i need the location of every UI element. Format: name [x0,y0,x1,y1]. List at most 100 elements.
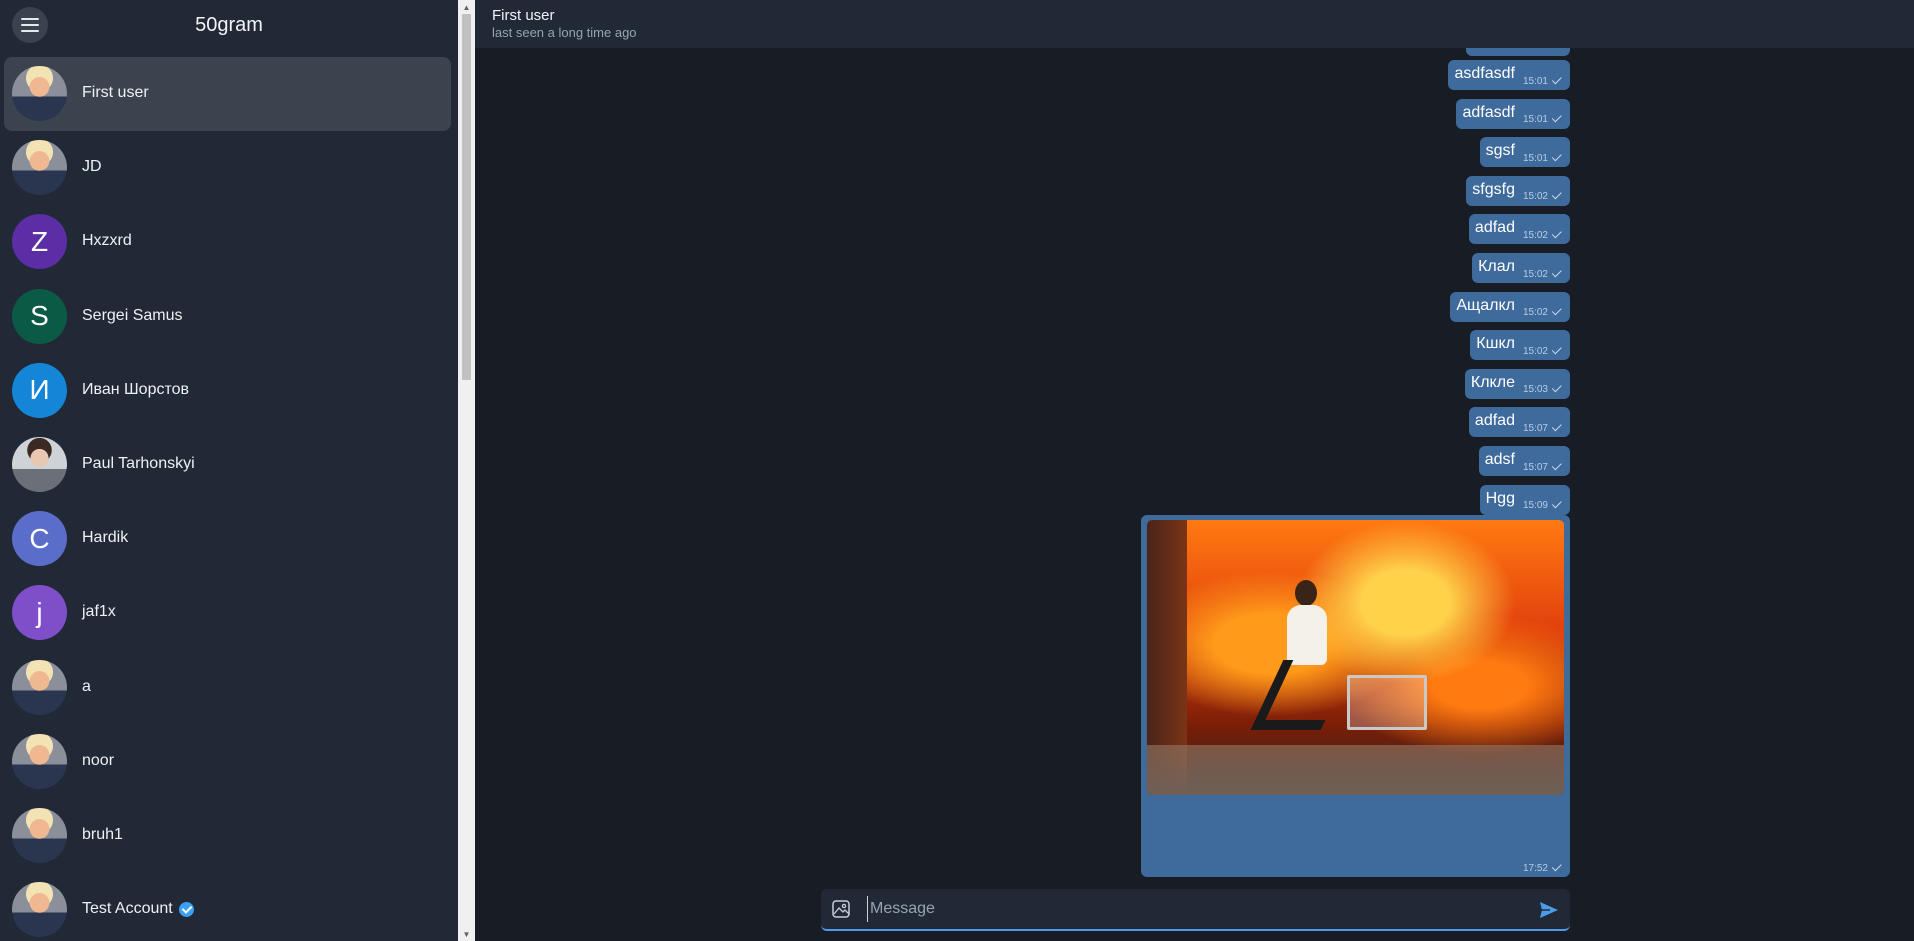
scroll-thumb[interactable] [462,14,471,380]
photo-cart [1347,675,1427,730]
chat-list-item[interactable]: Test Account [4,873,451,941]
chat-name-text: a [82,677,91,695]
message-meta: 15:02 [1523,189,1562,202]
image-message-time: 17:52 [1523,861,1562,874]
chat-list-item[interactable]: JD [4,131,451,205]
read-check-icon [1551,266,1562,277]
message-text: adfasdf [1462,103,1515,121]
chat-name: Paul Tarhonskyi [82,455,195,473]
message-bubble-partial[interactable] [1466,48,1570,56]
read-check-icon [1551,459,1562,470]
message-text: Кшкл [1476,335,1515,353]
message-time: 15:09 [1522,500,1548,512]
chat-list-item[interactable]: И Иван Шорстов [4,354,451,428]
chat-name: noor [82,752,114,770]
chat-name: Hxzxrd [82,232,132,250]
chat-name: First user [82,84,149,102]
message-text: adfad [1474,412,1515,430]
chat-list-item[interactable]: Z Hxzxrd [4,205,451,279]
avatar [12,437,67,492]
message-meta: 15:07 [1523,421,1562,434]
avatar [12,66,67,121]
chat-name-text: JD [82,158,102,176]
chat-list-item[interactable]: First user [4,57,451,131]
chat-name: a [82,678,91,696]
chat-name: Иван Шорстов [82,381,189,399]
avatar: j [12,585,67,641]
message-bubble[interactable]: adfasdf 15:01 [1456,98,1570,129]
message-text: asdfasdf [1454,65,1515,82]
avatar [12,733,67,789]
scroll-down-arrow-icon[interactable]: ▼ [458,927,475,941]
message-bubble[interactable]: Клкле 15:03 [1464,368,1570,399]
read-check-icon [1551,305,1562,316]
avatar [12,882,67,938]
message-bubble[interactable]: Hgg 15:09 [1479,484,1570,515]
message-text: adsf [1484,451,1515,468]
chat-list-item[interactable]: j jaf1x [4,576,451,650]
chat-name-text: Paul Tarhonskyi [82,455,195,472]
message-meta: 15:02 [1522,344,1562,357]
avatar: C [12,511,67,567]
chat-header[interactable]: First user last seen a long time ago [475,0,1914,48]
message-time: 15:02 [1522,229,1548,241]
photo-person-head [1295,580,1317,606]
message-meta: 15:02 [1522,228,1562,241]
message-bubble[interactable]: Кшкл 15:02 [1470,330,1570,361]
chat-list-item[interactable]: Paul Tarhonskyi [4,428,451,502]
message-time: 15:02 [1522,268,1548,280]
message-bubble[interactable]: adsf 15:07 [1478,446,1570,476]
attach-image-icon[interactable] [831,899,851,919]
chat-name: bruh1 [82,826,123,844]
message-bubble[interactable]: Клал 15:02 [1472,253,1570,283]
chat-list-item[interactable]: S Sergei Samus [4,280,451,354]
message-time: 15:01 [1522,114,1548,126]
message-bubble[interactable]: asdfasdf 15:01 [1448,60,1570,90]
message-bubble[interactable]: sgsf 15:01 [1479,137,1570,168]
message-meta: 15:03 [1523,382,1562,395]
message-bubble[interactable]: adfad 15:07 [1468,407,1570,438]
message-text: sfgsfg [1472,180,1515,198]
verified-icon [178,901,194,917]
message-meta: 15:02 [1522,266,1562,280]
read-check-icon [1551,112,1562,123]
read-check-icon [1551,498,1562,509]
message-bubble[interactable]: adfad 15:02 [1468,214,1570,245]
chat-list-item[interactable]: noor [4,725,451,799]
message-meta: 15:01 [1522,112,1562,126]
message-text: sgsf [1485,142,1515,160]
send-icon[interactable] [1538,899,1560,921]
read-check-icon [1551,344,1562,355]
avatar [12,659,67,715]
message-meta: 15:01 [1522,151,1562,164]
chat-name-text: Иван Шорстов [82,380,190,398]
sidebar-scrollbar[interactable]: ▲ ▼ [458,0,475,941]
message-photo[interactable] [1147,520,1564,795]
chat-panel: First user last seen a long time ago asd… [475,0,1914,941]
message-time: 15:01 [1522,152,1548,164]
chat-name-text: Test Account [82,900,173,918]
avatar: И [12,362,67,418]
message-bubble[interactable]: Ащалкл 15:02 [1450,291,1570,322]
chat-name: jaf1x [82,603,116,621]
message-time: 15:07 [1522,461,1548,473]
message-bubble[interactable]: sfgsfg 15:02 [1466,175,1570,206]
avatar: S [12,288,67,344]
message-input[interactable] [867,896,1507,922]
chat-title: First user [492,7,555,24]
chat-name: Test Account [82,900,194,918]
image-message[interactable]: 17:52 [1141,515,1570,877]
message-composer [821,889,1570,931]
message-meta: 15:07 [1522,459,1562,473]
sidebar-header: 50gram [0,0,458,50]
chat-list-item[interactable]: a [4,651,451,725]
chat-name-text: Hardik [82,529,129,547]
chat-name: Hardik [82,529,128,547]
photo-person-legs [1250,660,1354,730]
message-time: 15:02 [1522,345,1548,357]
message-text: Ащалкл [1456,296,1515,314]
message-time: 15:02 [1522,307,1548,319]
chat-list-item[interactable]: C Hardik [4,502,451,576]
scroll-up-arrow-icon[interactable]: ▲ [458,0,475,14]
chat-list-item[interactable]: bruh1 [4,799,451,873]
